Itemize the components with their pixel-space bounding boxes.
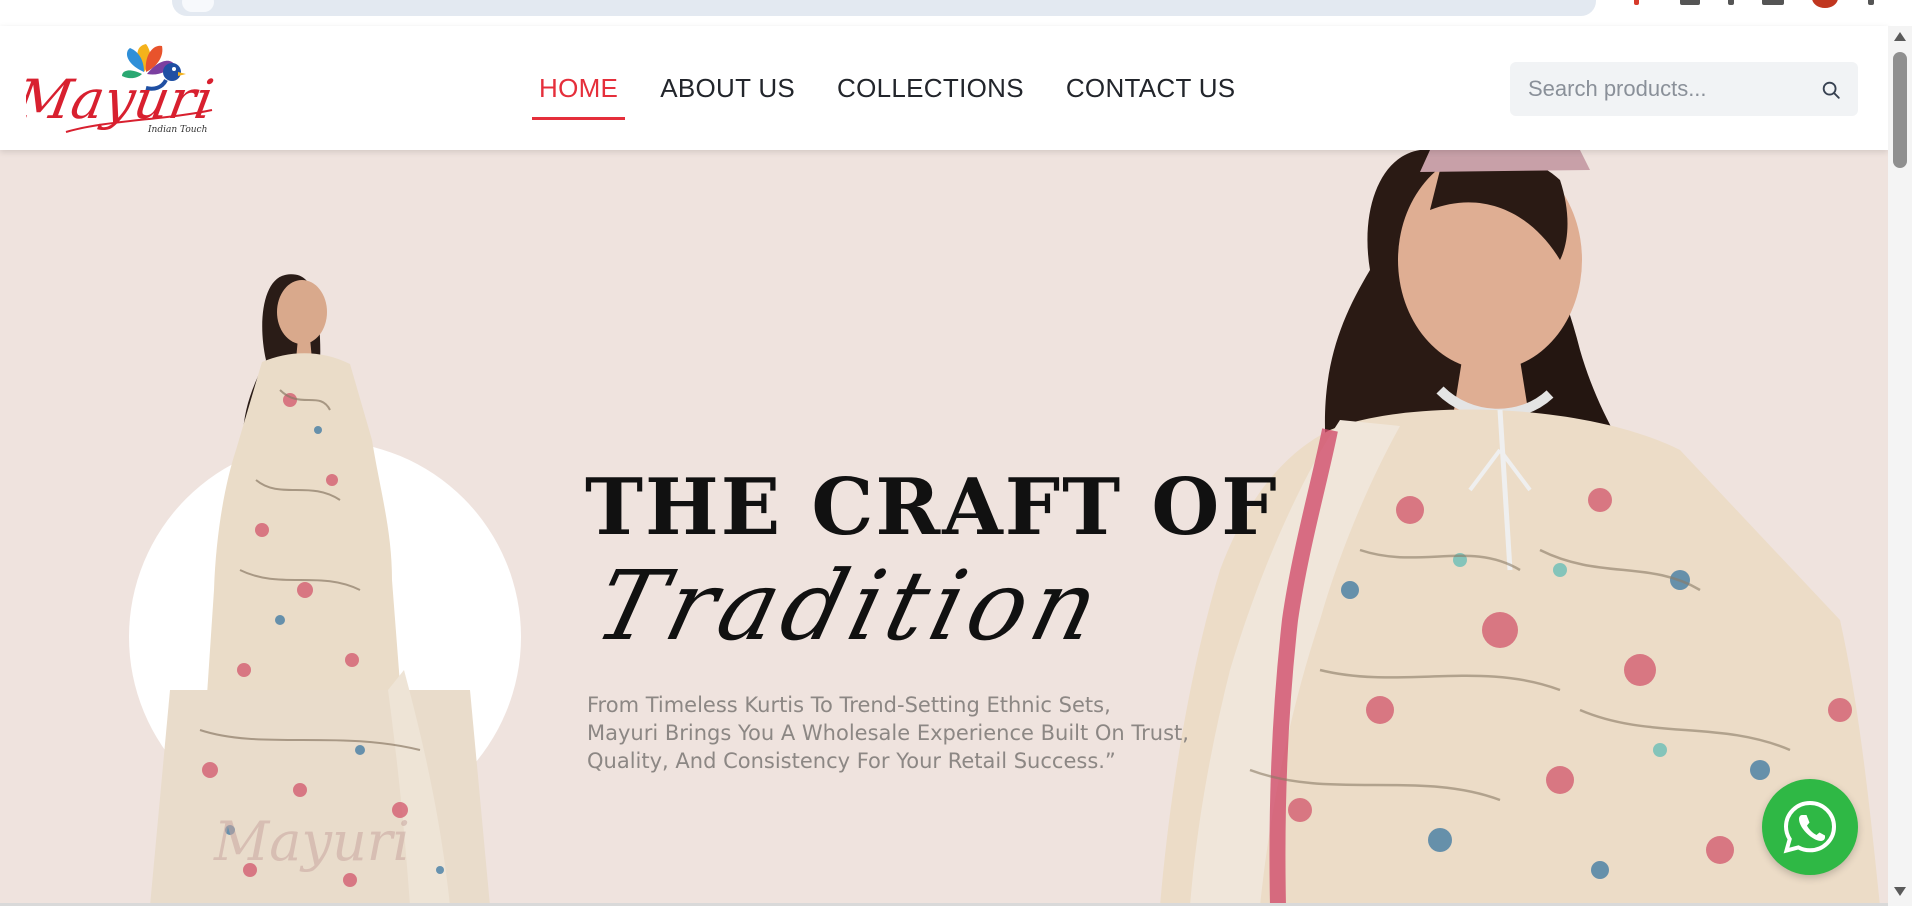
hero-description-line: Mayuri Brings You A Wholesale Experience…	[587, 721, 1189, 745]
hero-headline: THE CRAFT OF	[585, 462, 1279, 553]
watermark: Mayuri	[213, 810, 410, 873]
hero-description: From Timeless Kurtis To Trend-Setting Et…	[587, 691, 1207, 775]
nav-home[interactable]: HOME	[532, 73, 626, 120]
search-input[interactable]	[1528, 62, 1818, 116]
scroll-thumb[interactable]	[1893, 52, 1907, 168]
nav-collections[interactable]: COLLECTIONS	[830, 73, 1031, 104]
search-box	[1510, 62, 1858, 116]
site-header: Mayuri Indian Touch HOME ABOUT US COLLEC…	[0, 26, 1888, 150]
page-scrollbar[interactable]	[1888, 26, 1912, 906]
hero-banner: Mayuri THE CRAFT OF Tradition From Timel…	[0, 150, 1888, 906]
site-logo[interactable]: Mayuri Indian Touch	[10, 36, 226, 142]
scroll-down-arrow-icon[interactable]	[1894, 887, 1906, 896]
browser-chrome	[0, 0, 1912, 26]
extension-icon[interactable]	[1634, 0, 1639, 5]
profile-avatar[interactable]	[1812, 0, 1838, 8]
svg-text:Indian Touch: Indian Touch	[147, 125, 207, 135]
hero-script-word: Tradition	[585, 550, 1116, 662]
extension-icon[interactable]	[1680, 0, 1700, 5]
site-info-icon[interactable]	[182, 0, 214, 12]
tab-search-icon[interactable]	[1762, 0, 1784, 5]
search-icon[interactable]	[1820, 79, 1842, 101]
logo-graphic: Mayuri Indian Touch	[10, 44, 218, 135]
nav-about-us[interactable]: ABOUT US	[653, 73, 802, 104]
address-bar[interactable]	[172, 0, 1596, 16]
hero-description-line: From Timeless Kurtis To Trend-Setting Et…	[587, 693, 1111, 717]
nav-contact-us[interactable]: CONTACT US	[1059, 73, 1243, 104]
whatsapp-chat-button[interactable]	[1762, 779, 1858, 875]
whatsapp-icon	[1783, 800, 1837, 854]
main-nav: HOME ABOUT US COLLECTIONS CONTACT US	[532, 26, 1270, 150]
hero-description-line: Quality, And Consistency For Your Retail…	[587, 749, 1116, 773]
browser-menu-icon[interactable]	[1868, 0, 1874, 5]
extension-icon[interactable]	[1728, 0, 1734, 5]
scroll-up-arrow-icon[interactable]	[1894, 32, 1906, 41]
